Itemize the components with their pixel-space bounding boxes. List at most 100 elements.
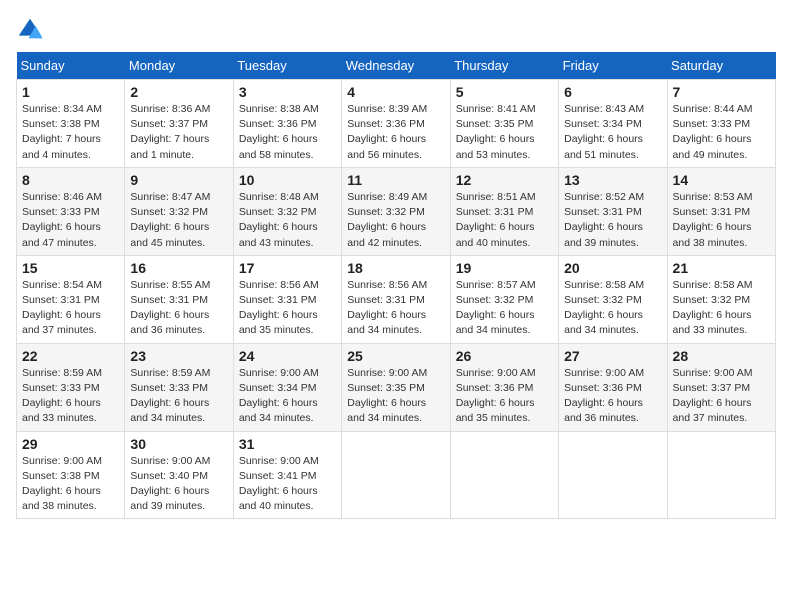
cell-content: Sunrise: 9:00 AMSunset: 3:37 PMDaylight:…	[673, 366, 770, 427]
cell-content: Sunrise: 9:00 AMSunset: 3:36 PMDaylight:…	[564, 366, 661, 427]
day-number: 22	[22, 348, 119, 364]
week-row-5: 29Sunrise: 9:00 AMSunset: 3:38 PMDayligh…	[17, 431, 776, 519]
calendar-cell: 17 Sunrise: 8:56 AMSunset: 3:31 PMDayligh…	[233, 255, 341, 343]
calendar-cell: 23 Sunrise: 8:59 AMSunset: 3:33 PMDayligh…	[125, 343, 233, 431]
calendar-cell: 30 Sunrise: 9:00 AMSunset: 3:40 PMDayligh…	[125, 431, 233, 519]
calendar-cell: 29Sunrise: 9:00 AMSunset: 3:38 PMDayligh…	[17, 431, 125, 519]
cell-content: Sunrise: 8:52 AMSunset: 3:31 PMDaylight:…	[564, 190, 661, 251]
calendar-cell: 13 Sunrise: 8:52 AMSunset: 3:31 PMDayligh…	[559, 167, 667, 255]
header-row: SundayMondayTuesdayWednesdayThursdayFrid…	[17, 52, 776, 80]
calendar-cell	[667, 431, 775, 519]
calendar-cell: 7 Sunrise: 8:44 AMSunset: 3:33 PMDaylight…	[667, 80, 775, 168]
cell-content: Sunrise: 8:55 AMSunset: 3:31 PMDaylight:…	[130, 278, 227, 339]
day-number: 7	[673, 84, 770, 100]
day-number: 1	[22, 84, 119, 100]
calendar-cell: 22 Sunrise: 8:59 AMSunset: 3:33 PMDayligh…	[17, 343, 125, 431]
header-thursday: Thursday	[450, 52, 558, 80]
day-number: 16	[130, 260, 227, 276]
calendar-cell: 26Sunrise: 9:00 AMSunset: 3:36 PMDayligh…	[450, 343, 558, 431]
cell-content: Sunrise: 8:57 AMSunset: 3:32 PMDaylight:…	[456, 278, 553, 339]
calendar-cell	[342, 431, 450, 519]
calendar-cell	[559, 431, 667, 519]
calendar-cell: 18 Sunrise: 8:56 AMSunset: 3:31 PMDayligh…	[342, 255, 450, 343]
day-number: 31	[239, 436, 336, 452]
cell-content: Sunrise: 8:49 AMSunset: 3:32 PMDaylight:…	[347, 190, 444, 251]
calendar-cell: 9 Sunrise: 8:47 AMSunset: 3:32 PMDaylight…	[125, 167, 233, 255]
day-number: 30	[130, 436, 227, 452]
cell-content: Sunrise: 8:58 AMSunset: 3:32 PMDaylight:…	[564, 278, 661, 339]
header-sunday: Sunday	[17, 52, 125, 80]
cell-content: Sunrise: 8:59 AMSunset: 3:33 PMDaylight:…	[22, 366, 119, 427]
page-header	[16, 16, 776, 44]
day-number: 5	[456, 84, 553, 100]
day-number: 26	[456, 348, 553, 364]
day-number: 27	[564, 348, 661, 364]
cell-content: Sunrise: 8:47 AMSunset: 3:32 PMDaylight:…	[130, 190, 227, 251]
day-number: 24	[239, 348, 336, 364]
cell-content: Sunrise: 8:56 AMSunset: 3:31 PMDaylight:…	[239, 278, 336, 339]
cell-content: Sunrise: 8:48 AMSunset: 3:32 PMDaylight:…	[239, 190, 336, 251]
calendar-cell: 25 Sunrise: 9:00 AMSunset: 3:35 PMDayligh…	[342, 343, 450, 431]
day-number: 2	[130, 84, 227, 100]
cell-content: Sunrise: 8:41 AMSunset: 3:35 PMDaylight:…	[456, 102, 553, 163]
day-number: 4	[347, 84, 444, 100]
cell-content: Sunrise: 8:59 AMSunset: 3:33 PMDaylight:…	[130, 366, 227, 427]
cell-content: Sunrise: 8:58 AMSunset: 3:32 PMDaylight:…	[673, 278, 770, 339]
header-wednesday: Wednesday	[342, 52, 450, 80]
day-number: 13	[564, 172, 661, 188]
logo	[16, 16, 48, 44]
day-number: 20	[564, 260, 661, 276]
week-row-3: 15 Sunrise: 8:54 AMSunset: 3:31 PMDayligh…	[17, 255, 776, 343]
cell-content: Sunrise: 9:00 AMSunset: 3:38 PMDaylight:…	[22, 454, 119, 515]
cell-content: Sunrise: 8:44 AMSunset: 3:33 PMDaylight:…	[673, 102, 770, 163]
cell-content: Sunrise: 8:43 AMSunset: 3:34 PMDaylight:…	[564, 102, 661, 163]
day-number: 18	[347, 260, 444, 276]
day-number: 10	[239, 172, 336, 188]
calendar-cell: 5 Sunrise: 8:41 AMSunset: 3:35 PMDaylight…	[450, 80, 558, 168]
day-number: 28	[673, 348, 770, 364]
day-number: 12	[456, 172, 553, 188]
calendar-cell: 21 Sunrise: 8:58 AMSunset: 3:32 PMDayligh…	[667, 255, 775, 343]
day-number: 25	[347, 348, 444, 364]
logo-icon	[16, 16, 44, 44]
calendar-cell: 19Sunrise: 8:57 AMSunset: 3:32 PMDayligh…	[450, 255, 558, 343]
calendar-table: SundayMondayTuesdayWednesdayThursdayFrid…	[16, 52, 776, 519]
calendar-cell: 15 Sunrise: 8:54 AMSunset: 3:31 PMDayligh…	[17, 255, 125, 343]
calendar-cell: 31 Sunrise: 9:00 AMSunset: 3:41 PMDayligh…	[233, 431, 341, 519]
day-number: 15	[22, 260, 119, 276]
calendar-cell: 2 Sunrise: 8:36 AMSunset: 3:37 PMDaylight…	[125, 80, 233, 168]
calendar-cell: 6Sunrise: 8:43 AMSunset: 3:34 PMDaylight…	[559, 80, 667, 168]
cell-content: Sunrise: 9:00 AMSunset: 3:41 PMDaylight:…	[239, 454, 336, 515]
calendar-cell: 14 Sunrise: 8:53 AMSunset: 3:31 PMDayligh…	[667, 167, 775, 255]
calendar-cell: 1 Sunrise: 8:34 AMSunset: 3:38 PMDaylight…	[17, 80, 125, 168]
day-number: 21	[673, 260, 770, 276]
cell-content: Sunrise: 8:51 AMSunset: 3:31 PMDaylight:…	[456, 190, 553, 251]
day-number: 9	[130, 172, 227, 188]
cell-content: Sunrise: 8:56 AMSunset: 3:31 PMDaylight:…	[347, 278, 444, 339]
calendar-cell: 10 Sunrise: 8:48 AMSunset: 3:32 PMDayligh…	[233, 167, 341, 255]
calendar-cell: 11 Sunrise: 8:49 AMSunset: 3:32 PMDayligh…	[342, 167, 450, 255]
day-number: 17	[239, 260, 336, 276]
header-tuesday: Tuesday	[233, 52, 341, 80]
calendar-cell: 12 Sunrise: 8:51 AMSunset: 3:31 PMDayligh…	[450, 167, 558, 255]
header-monday: Monday	[125, 52, 233, 80]
cell-content: Sunrise: 8:34 AMSunset: 3:38 PMDaylight:…	[22, 102, 119, 163]
cell-content: Sunrise: 8:36 AMSunset: 3:37 PMDaylight:…	[130, 102, 227, 163]
week-row-4: 22 Sunrise: 8:59 AMSunset: 3:33 PMDayligh…	[17, 343, 776, 431]
header-saturday: Saturday	[667, 52, 775, 80]
day-number: 11	[347, 172, 444, 188]
calendar-cell: 4Sunrise: 8:39 AMSunset: 3:36 PMDaylight…	[342, 80, 450, 168]
calendar-cell: 8Sunrise: 8:46 AMSunset: 3:33 PMDaylight…	[17, 167, 125, 255]
week-row-2: 8Sunrise: 8:46 AMSunset: 3:33 PMDaylight…	[17, 167, 776, 255]
header-friday: Friday	[559, 52, 667, 80]
day-number: 8	[22, 172, 119, 188]
cell-content: Sunrise: 8:54 AMSunset: 3:31 PMDaylight:…	[22, 278, 119, 339]
day-number: 3	[239, 84, 336, 100]
cell-content: Sunrise: 8:53 AMSunset: 3:31 PMDaylight:…	[673, 190, 770, 251]
calendar-cell: 24Sunrise: 9:00 AMSunset: 3:34 PMDayligh…	[233, 343, 341, 431]
cell-content: Sunrise: 9:00 AMSunset: 3:35 PMDaylight:…	[347, 366, 444, 427]
cell-content: Sunrise: 9:00 AMSunset: 3:40 PMDaylight:…	[130, 454, 227, 515]
day-number: 23	[130, 348, 227, 364]
week-row-1: 1 Sunrise: 8:34 AMSunset: 3:38 PMDaylight…	[17, 80, 776, 168]
day-number: 14	[673, 172, 770, 188]
